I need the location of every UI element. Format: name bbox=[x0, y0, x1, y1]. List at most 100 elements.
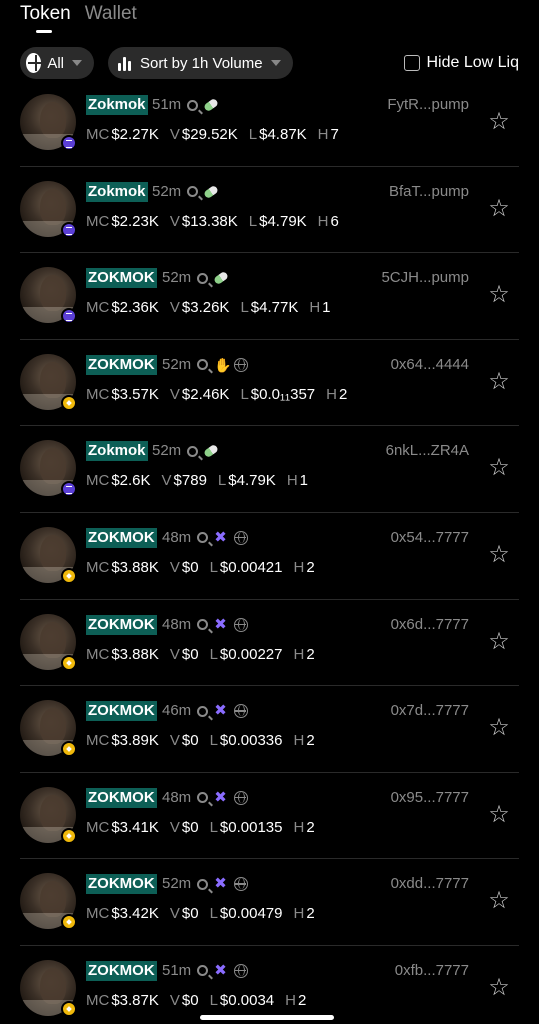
token-address[interactable]: 0x95...7777 bbox=[391, 789, 469, 807]
pill-icon[interactable] bbox=[203, 444, 220, 459]
search-icon[interactable] bbox=[197, 272, 209, 284]
pill-icon[interactable] bbox=[203, 97, 220, 113]
stat-mc-label: MC bbox=[86, 818, 110, 836]
stat-v: V $29.52K bbox=[170, 126, 238, 144]
search-icon[interactable] bbox=[187, 99, 199, 111]
token-stats: MC $3.89K V $0 L $0.00336 H 2 bbox=[86, 732, 315, 750]
stat-h-value: 6 bbox=[330, 212, 339, 230]
favorite-star-icon[interactable]: ☆ bbox=[487, 629, 511, 654]
search-icon[interactable] bbox=[197, 532, 209, 544]
token-row[interactable]: Zokmok 51m FytR...pump MC $2.27K V $29.52K L $4.… bbox=[0, 80, 539, 167]
hide-low-liq-toggle[interactable]: Hide Low Liq bbox=[403, 54, 519, 72]
favorite-star-icon[interactable]: ☆ bbox=[487, 456, 511, 480]
stat-mc: MC $3.42K bbox=[86, 905, 159, 923]
token-age: 48m bbox=[162, 788, 192, 806]
x-icon[interactable]: ✖ bbox=[214, 963, 228, 978]
token-row[interactable]: ZOKMOK 52m ✖ 0xdd...7777 MC $3.42K V $0 L $0.0047… bbox=[0, 859, 539, 946]
token-row[interactable]: ZOKMOK 52m ✋ 0x64...4444 MC $3.57K V $2.46K L $0.… bbox=[0, 340, 539, 427]
token-age: 48m bbox=[162, 615, 192, 633]
x-icon[interactable]: ✖ bbox=[214, 617, 228, 632]
globe-icon[interactable] bbox=[234, 877, 249, 892]
token-row[interactable]: ZOKMOK 48m ✖ 0x54...7777 MC $3.88K V $0 L $0.0042… bbox=[0, 513, 539, 600]
search-icon[interactable] bbox=[197, 792, 209, 804]
pill-icon[interactable] bbox=[203, 184, 220, 199]
globe-icon[interactable] bbox=[234, 704, 249, 719]
stat-v-label: V bbox=[169, 991, 180, 1009]
token-address[interactable]: 6nkL...ZR4A bbox=[386, 442, 469, 460]
stat-mc-value: $3.42K bbox=[111, 905, 159, 923]
favorite-star-icon[interactable]: ☆ bbox=[487, 369, 511, 394]
globe-icon[interactable] bbox=[234, 963, 249, 978]
x-icon[interactable]: ✖ bbox=[214, 703, 228, 718]
globe-icon[interactable] bbox=[234, 530, 249, 545]
x-icon[interactable]: ✖ bbox=[214, 876, 228, 891]
stat-h: H2 bbox=[294, 646, 315, 664]
x-icon[interactable]: ✖ bbox=[214, 790, 228, 805]
token-meta: 52m bbox=[162, 269, 230, 287]
sol-chain-icon bbox=[61, 221, 77, 238]
search-icon[interactable] bbox=[197, 705, 209, 717]
token-address[interactable]: 0xdd...7777 bbox=[391, 875, 469, 893]
token-address[interactable]: 0x7d...7777 bbox=[391, 702, 469, 720]
stat-mc: MC $2.27K bbox=[86, 126, 159, 144]
token-meta: 48m ✖ bbox=[162, 528, 249, 547]
token-row[interactable]: Zokmok 52m 6nkL...ZR4A MC $2.6K V $789 L $4.79K H… bbox=[0, 426, 539, 513]
search-icon[interactable] bbox=[187, 445, 199, 457]
favorite-star-icon[interactable]: ☆ bbox=[487, 110, 511, 134]
token-row[interactable]: ZOKMOK 51m ✖ 0xfb...7777 MC $3.87K V $0 L $0.0034… bbox=[0, 946, 539, 1024]
favorite-star-icon[interactable]: ☆ bbox=[487, 196, 511, 221]
token-meta: 52m ✖ bbox=[162, 875, 249, 893]
search-icon[interactable] bbox=[197, 359, 209, 371]
stat-v: V $0 bbox=[170, 905, 199, 923]
search-icon[interactable] bbox=[197, 878, 209, 890]
favorite-star-icon[interactable]: ☆ bbox=[487, 542, 511, 567]
stat-l-value: $0.0034 bbox=[219, 991, 275, 1009]
token-row[interactable]: ZOKMOK 52m 5CJH...pump MC $2.36K V $3.26K L $4.7… bbox=[0, 253, 539, 340]
token-address[interactable]: BfaT...pump bbox=[389, 183, 469, 201]
token-row[interactable]: ZOKMOK 48m ✖ 0x95...7777 MC $3.41K V $0 L $0.0013… bbox=[0, 773, 539, 860]
home-indicator[interactable] bbox=[200, 1015, 334, 1020]
token-address[interactable]: FytR...pump bbox=[387, 96, 469, 114]
bnb-chain-icon bbox=[61, 1000, 77, 1017]
globe-icon[interactable] bbox=[234, 790, 249, 805]
stat-h-label: H bbox=[317, 212, 329, 230]
token-address[interactable]: 0x6d...7777 bbox=[391, 616, 469, 634]
search-icon[interactable] bbox=[187, 186, 199, 198]
stat-l-value: $4.77K bbox=[250, 299, 299, 317]
token-name: ZOKMOK bbox=[86, 701, 157, 722]
favorite-star-icon[interactable]: ☆ bbox=[487, 716, 511, 740]
tab-wallet[interactable]: Wallet bbox=[85, 0, 137, 40]
globe-icon[interactable] bbox=[234, 357, 249, 372]
favorite-star-icon[interactable]: ☆ bbox=[487, 802, 511, 827]
search-icon[interactable] bbox=[197, 965, 209, 977]
pill-icon[interactable] bbox=[213, 270, 230, 286]
token-address[interactable]: 0x64...4444 bbox=[391, 356, 469, 374]
token-address[interactable]: 0x54...7777 bbox=[391, 529, 469, 547]
hand-icon[interactable]: ✋ bbox=[214, 358, 231, 372]
token-row[interactable]: ZOKMOK 46m ✖ 0x7d...7777 MC $3.89K V $0 L $0.0033… bbox=[0, 686, 539, 773]
favorite-star-icon[interactable]: ☆ bbox=[487, 283, 511, 307]
x-icon[interactable]: ✖ bbox=[214, 530, 228, 545]
bnb-chain-icon bbox=[61, 654, 77, 671]
globe-icon[interactable] bbox=[234, 617, 249, 632]
all-filter-dropdown[interactable]: All bbox=[20, 47, 94, 79]
sort-dropdown[interactable]: Sort by 1h Volume bbox=[108, 47, 293, 79]
stat-v: V $0 bbox=[170, 732, 199, 750]
hide-low-liq-checkbox[interactable] bbox=[403, 55, 420, 71]
stat-mc: MC $3.88K bbox=[86, 646, 159, 664]
stat-mc-value: $2.23K bbox=[111, 212, 159, 230]
token-address[interactable]: 0xfb...7777 bbox=[395, 962, 469, 980]
tab-token[interactable]: Token bbox=[20, 0, 71, 40]
stat-l-value: $0.00479 bbox=[219, 905, 283, 923]
token-row[interactable]: ZOKMOK 48m ✖ 0x6d...7777 MC $3.88K V $0 L $0.0022… bbox=[0, 600, 539, 687]
search-icon[interactable] bbox=[197, 619, 209, 631]
token-row[interactable]: Zokmok 52m BfaT...pump MC $2.23K V $13.38K L $4.… bbox=[0, 167, 539, 254]
token-stats: MC $2.36K V $3.26K L $4.77K H 1 bbox=[86, 299, 331, 317]
favorite-star-icon[interactable]: ☆ bbox=[487, 975, 511, 1000]
token-age: 48m bbox=[162, 528, 192, 546]
stat-h-label: H bbox=[317, 126, 329, 143]
stat-v-label: V bbox=[169, 212, 180, 230]
stat-mc-value: $3.41K bbox=[111, 818, 159, 836]
token-address[interactable]: 5CJH...pump bbox=[381, 269, 469, 287]
favorite-star-icon[interactable]: ☆ bbox=[487, 889, 511, 913]
